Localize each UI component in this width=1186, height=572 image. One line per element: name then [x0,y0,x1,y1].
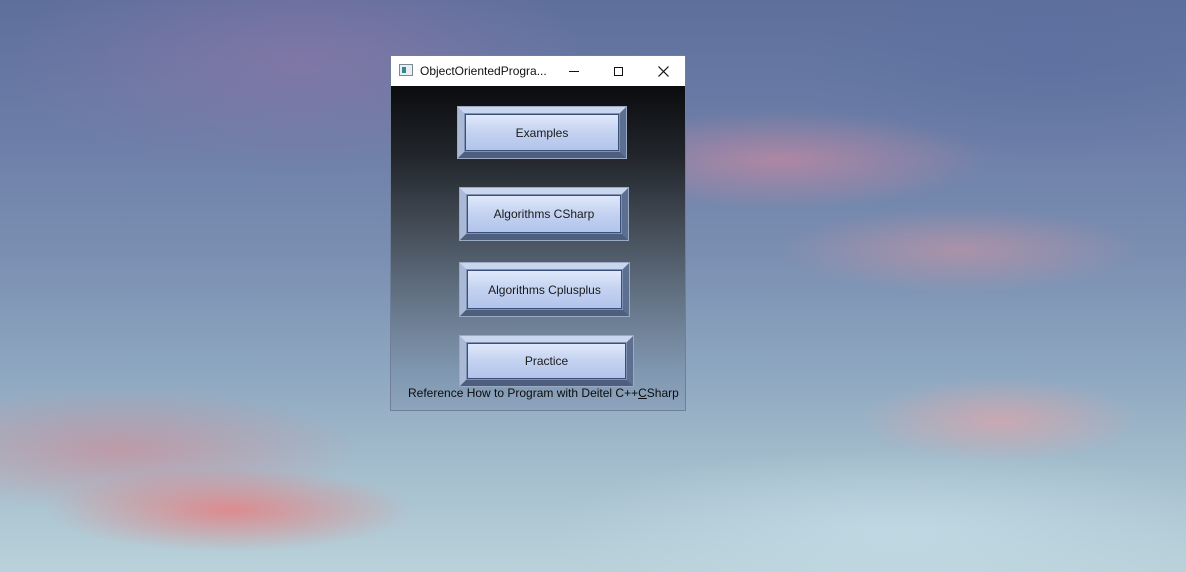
maximize-icon [614,66,623,76]
window-title: ObjectOrientedProgra... [420,64,547,78]
practice-button-label: Practice [467,343,626,379]
algorithms-csharp-button-label: Algorithms CSharp [467,195,621,233]
maximize-button[interactable] [596,56,641,86]
title-bar[interactable]: ObjectOrientedProgra... [391,56,685,86]
algorithms-csharp-button[interactable]: Algorithms CSharp [459,187,629,241]
algorithms-cplusplus-button-label: Algorithms Cplusplus [467,270,622,309]
app-window: ObjectOrientedProgra... Examples Algorit… [390,55,686,411]
minimize-icon [568,70,579,72]
reference-label: Reference How to Program with Deitel C++… [408,386,679,400]
app-window-icon[interactable] [399,64,413,76]
examples-button-label: Examples [465,114,619,151]
client-area: Examples Algorithms CSharp Algorithms Cp… [391,86,685,410]
reference-suffix: Sharp [646,386,679,400]
practice-button[interactable]: Practice [459,335,634,387]
close-button[interactable] [641,56,686,86]
minimize-button[interactable] [551,56,596,86]
reference-mnemonic: C [638,386,647,400]
reference-text: Reference How to Program with Deitel C++ [408,386,639,400]
examples-button[interactable]: Examples [457,106,627,159]
close-icon [658,65,669,77]
algorithms-cplusplus-button[interactable]: Algorithms Cplusplus [459,262,630,317]
